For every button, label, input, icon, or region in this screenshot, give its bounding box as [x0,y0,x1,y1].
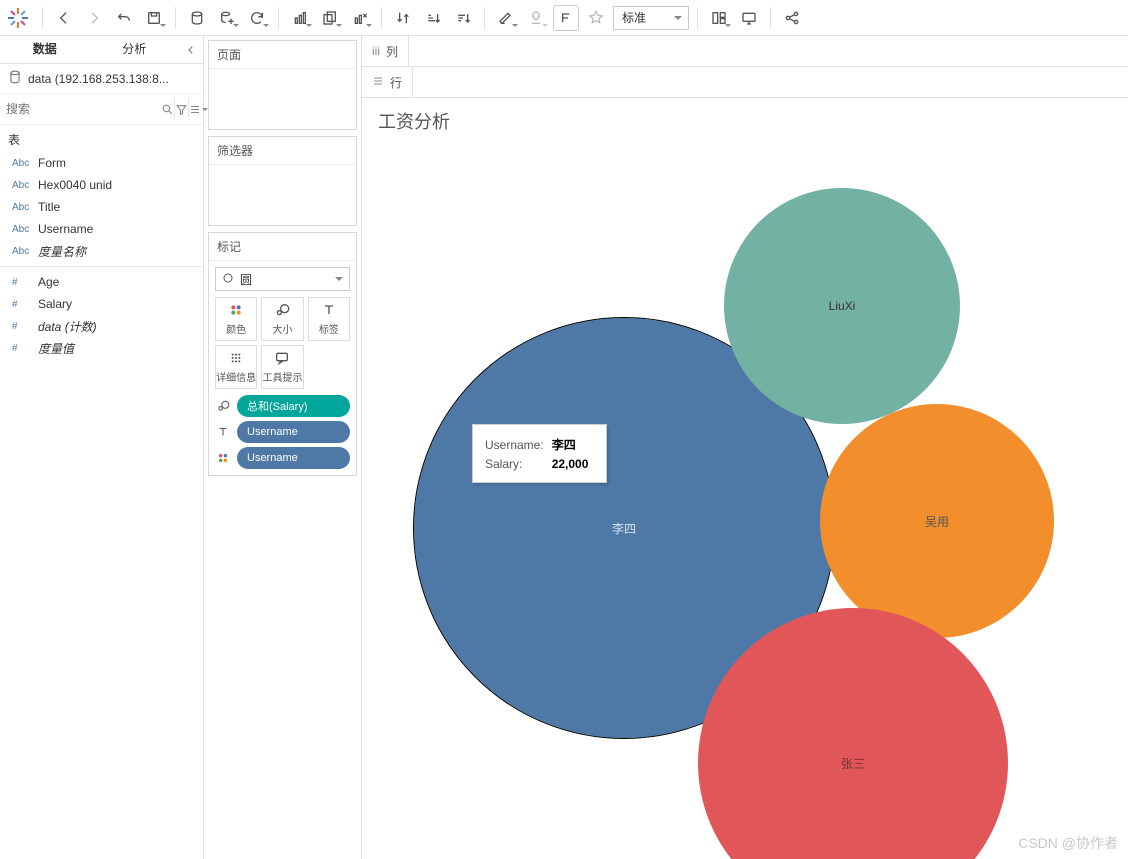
circle-icon [222,272,234,287]
clear-sheet-button[interactable] [347,5,373,31]
field-form[interactable]: AbcForm [0,152,203,174]
rows-icon [372,75,384,90]
field-title[interactable]: AbcTitle [0,196,203,218]
field-data-count[interactable]: #data (计数) [0,315,203,337]
color-icon [215,450,231,466]
swap-rows-columns-button[interactable] [390,5,416,31]
viz-title[interactable]: 工资分析 [378,108,450,134]
toolbar-separator [381,7,382,29]
data-pane: 数据 分析 data (192.168.253.138:8... 表 AbcFo… [0,36,204,859]
size-icon [215,398,231,414]
field-measure-names[interactable]: Abc度量名称 [0,240,203,262]
viz-pane: iii列 行 工资分析 李四 LiuXi 吴用 张三 Use [362,36,1128,859]
marks-card: 标记 圆 颜色 大小 标签 详细信息 工具提示 总和(Sal [208,232,357,476]
mark-type-label: 圆 [240,271,252,288]
database-icon [8,70,22,87]
rows-shelf[interactable]: 行 [362,67,1128,98]
number-icon: # [12,299,30,310]
fit-mode-label: 标准 [622,9,646,26]
marks-detail-button[interactable]: 详细信息 [215,345,257,389]
highlight-button[interactable] [493,5,519,31]
back-button[interactable] [51,5,77,31]
pill-color-username[interactable]: Username [215,447,350,469]
pages-card[interactable]: 页面 [208,40,357,130]
collapse-pane-button[interactable] [179,36,203,64]
bubble-liuxi[interactable]: LiuXi [724,188,960,424]
abc-icon: Abc [12,202,30,213]
tab-data[interactable]: 数据 [0,36,90,63]
show-cards-button[interactable] [706,5,732,31]
toolbar: 标准 [0,0,1128,36]
field-divider [0,266,203,267]
filters-card-title: 筛选器 [209,137,356,165]
marks-tooltip-button[interactable]: 工具提示 [261,345,303,389]
marks-card-title: 标记 [209,233,356,261]
label-icon [215,424,231,440]
search-icon[interactable] [161,98,174,120]
bubble-wuyong[interactable]: 吴用 [820,404,1054,638]
field-age[interactable]: #Age [0,271,203,293]
datasource-item[interactable]: data (192.168.253.138:8... [0,64,203,94]
pill-size-salary[interactable]: 总和(Salary) [215,395,350,417]
group-button[interactable] [523,5,549,31]
filters-card[interactable]: 筛选器 [208,136,357,226]
save-button[interactable] [141,5,167,31]
toolbar-separator [697,7,698,29]
tables-heading: 表 [0,125,203,152]
new-datasource-button[interactable] [184,5,210,31]
abc-icon: Abc [12,246,30,257]
filter-icon[interactable] [174,98,188,120]
columns-icon: iii [372,44,380,58]
search-input[interactable] [6,98,161,120]
pill-label-username[interactable]: Username [215,421,350,443]
refresh-button[interactable] [244,5,270,31]
columns-dropzone[interactable] [408,36,1128,66]
tooltip: Username:李四 Salary:22,000 [472,424,607,483]
toolbar-separator [484,7,485,29]
toolbar-separator [175,7,176,29]
undo-button[interactable] [111,5,137,31]
mark-type-select[interactable]: 圆 [215,267,350,291]
number-icon: # [12,277,30,288]
forward-button[interactable] [81,5,107,31]
sort-descending-button[interactable] [450,5,476,31]
field-hex0040-unid[interactable]: AbcHex0040 unid [0,174,203,196]
show-mark-labels-button[interactable] [553,5,579,31]
viz-canvas[interactable]: 工资分析 李四 LiuXi 吴用 张三 Username:李四 Salary:2… [362,98,1128,859]
sort-ascending-button[interactable] [420,5,446,31]
watermark: CSDN @协作者 [1018,833,1118,853]
marks-label-button[interactable]: 标签 [308,297,350,341]
abc-icon: Abc [12,158,30,169]
tab-analysis[interactable]: 分析 [90,36,180,63]
marks-color-button[interactable]: 颜色 [215,297,257,341]
columns-shelf[interactable]: iii列 [362,36,1128,67]
pin-button[interactable] [583,5,609,31]
pages-card-title: 页面 [209,41,356,69]
new-worksheet-button[interactable] [287,5,313,31]
datasource-name: data (192.168.253.138:8... [28,72,169,86]
share-button[interactable] [779,5,805,31]
presentation-mode-button[interactable] [736,5,762,31]
toolbar-separator [770,7,771,29]
toolbar-separator [278,7,279,29]
app-logo-icon [6,6,30,30]
field-measure-values[interactable]: #度量值 [0,337,203,359]
abc-icon: Abc [12,180,30,191]
field-username[interactable]: AbcUsername [0,218,203,240]
pause-auto-updates-button[interactable] [214,5,240,31]
rows-dropzone[interactable] [412,67,1128,97]
toolbar-separator [42,7,43,29]
abc-icon: Abc [12,224,30,235]
number-icon: # [12,343,30,354]
number-icon: # [12,321,30,332]
cards-pane: 页面 筛选器 标记 圆 颜色 大小 标签 详细信息 工具提示 [204,36,362,859]
duplicate-sheet-button[interactable] [317,5,343,31]
marks-size-button[interactable]: 大小 [261,297,303,341]
field-salary[interactable]: #Salary [0,293,203,315]
fit-mode-select[interactable]: 标准 [613,6,689,30]
